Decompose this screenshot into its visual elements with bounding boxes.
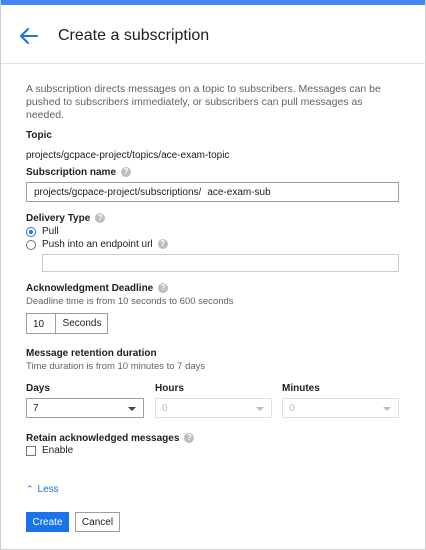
- push-label[interactable]: Push into an endpoint url?: [42, 239, 168, 250]
- push-label-text: Push into an endpoint url: [42, 239, 153, 250]
- push-radio[interactable]: [26, 240, 36, 250]
- page-header: Create a subscription: [0, 5, 426, 64]
- minutes-label: Minutes: [282, 383, 320, 394]
- enable-label[interactable]: Enable: [42, 445, 73, 456]
- description-text: A subscription directs messages on a top…: [26, 83, 381, 121]
- minutes-select[interactable]: 0: [282, 398, 399, 418]
- less-label: Less: [37, 484, 59, 495]
- help-icon[interactable]: ?: [121, 167, 132, 178]
- chevron-down-icon: [128, 407, 136, 411]
- ack-deadline-input[interactable]: 10 Seconds: [26, 313, 108, 334]
- ack-deadline-hint: Deadline time is from 10 seconds to 600 …: [26, 296, 234, 307]
- cancel-button[interactable]: Cancel: [75, 512, 120, 532]
- hours-select[interactable]: 0: [155, 398, 272, 418]
- days-value: 7: [33, 403, 39, 414]
- chevron-down-icon: [256, 407, 264, 411]
- subscription-name-input[interactable]: projects/gcpace-project/subscriptions/ac…: [26, 182, 399, 202]
- enable-checkbox[interactable]: [26, 446, 36, 456]
- ack-deadline-label-text: Acknowledgment Deadline: [26, 283, 154, 294]
- pull-radio[interactable]: [26, 227, 36, 237]
- create-button[interactable]: Create: [26, 512, 69, 532]
- less-toggle[interactable]: ⌃ Less: [26, 484, 59, 495]
- retain-acked-label: Retain acknowledged messages?: [26, 433, 195, 444]
- topic-value: projects/gcpace-project/topics/ace-exam-…: [26, 150, 230, 161]
- help-icon[interactable]: ?: [184, 433, 195, 444]
- chevron-down-icon: [383, 407, 391, 411]
- retain-acked-label-text: Retain acknowledged messages: [26, 433, 180, 444]
- subscription-name-label-text: Subscription name: [26, 167, 117, 178]
- chevron-up-icon: ⌃: [26, 484, 34, 494]
- ack-deadline-unit: Seconds: [55, 314, 108, 333]
- back-arrow-icon[interactable]: [19, 27, 39, 45]
- delivery-type-label-text: Delivery Type: [26, 213, 91, 224]
- help-icon[interactable]: ?: [95, 213, 106, 224]
- ack-deadline-label: Acknowledgment Deadline?: [26, 283, 169, 294]
- ack-deadline-value: 10: [33, 319, 45, 330]
- endpoint-url-input[interactable]: [42, 254, 399, 272]
- retention-hint: Time duration is from 10 minutes to 7 da…: [26, 361, 206, 372]
- pull-label[interactable]: Pull: [42, 226, 59, 237]
- subscription-name-label: Subscription name?: [26, 167, 132, 178]
- days-label: Days: [26, 383, 50, 394]
- help-icon[interactable]: ?: [158, 283, 169, 294]
- retention-label: Message retention duration: [26, 348, 157, 359]
- page-title: Create a subscription: [58, 27, 210, 44]
- hours-value: 0: [162, 403, 168, 414]
- subscription-name-value: ace-exam-sub: [207, 187, 271, 198]
- help-icon[interactable]: ?: [157, 239, 168, 250]
- subscription-name-prefix: projects/gcpace-project/subscriptions/: [34, 187, 202, 198]
- hours-label: Hours: [155, 383, 184, 394]
- delivery-type-label: Delivery Type?: [26, 213, 106, 224]
- days-select[interactable]: 7: [26, 398, 144, 418]
- minutes-value: 0: [289, 403, 295, 414]
- topic-label: Topic: [26, 130, 52, 141]
